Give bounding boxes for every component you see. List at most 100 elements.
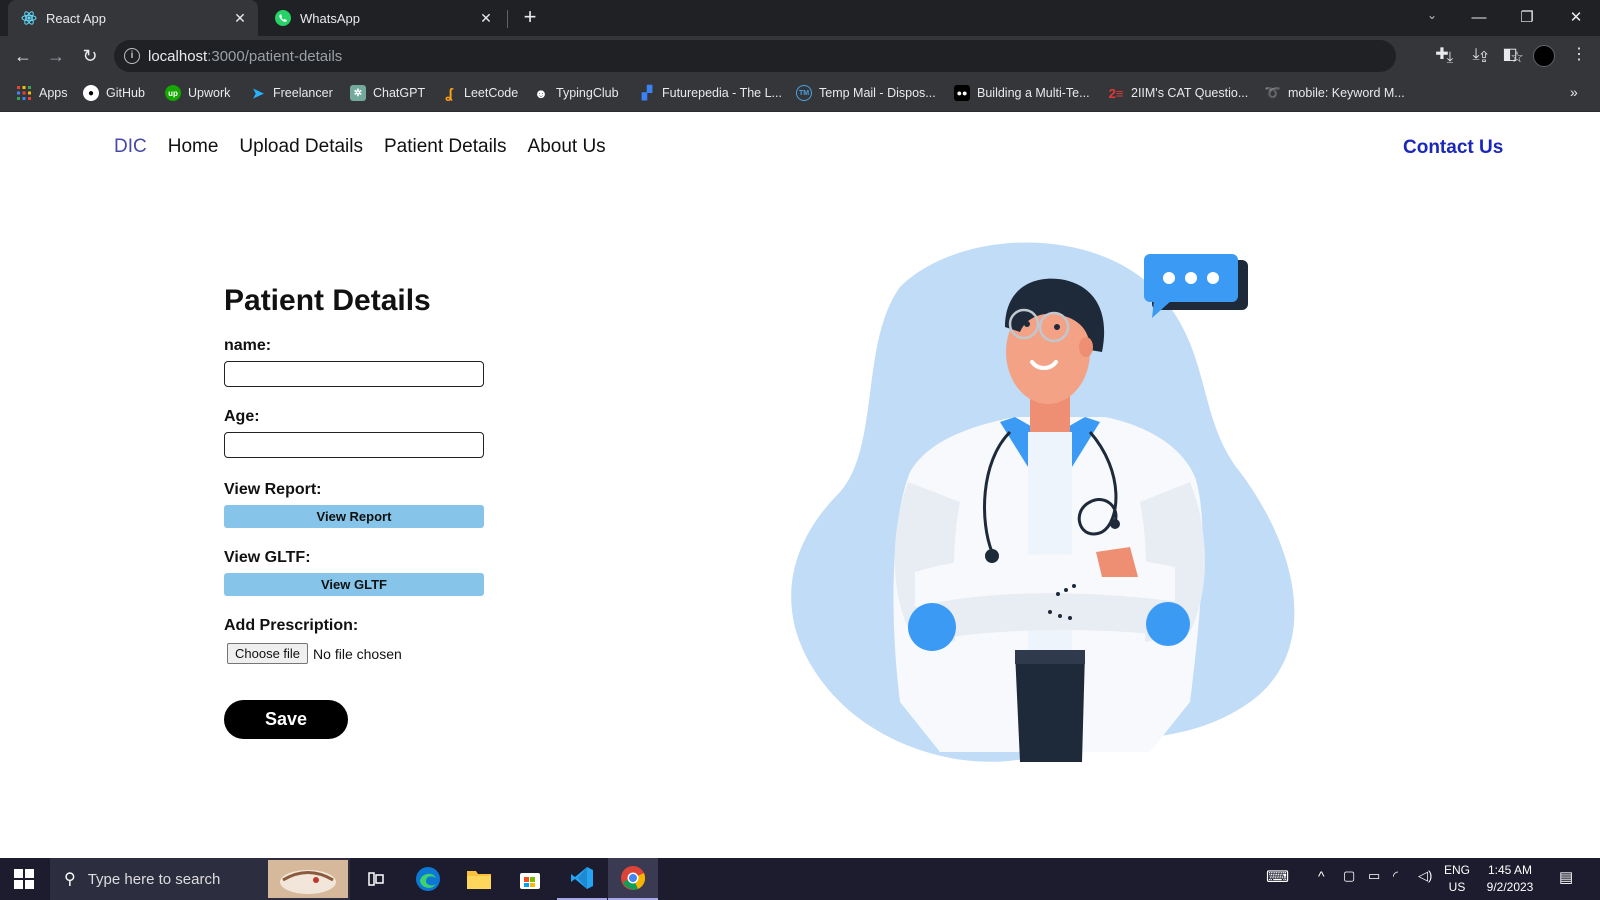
medium-icon: ●●	[954, 85, 970, 101]
patient-details-form: Patient Details name: Age: View Report: …	[224, 284, 486, 664]
bookmark-upwork[interactable]: up Upwork	[165, 76, 230, 110]
reload-icon[interactable]: ↻	[78, 44, 102, 68]
url-host: localhost	[148, 47, 208, 65]
typingclub-icon: ☻	[534, 85, 548, 101]
bookmark-2iim[interactable]: 2≡ 2IIM's CAT Questio...	[1108, 76, 1249, 110]
whatsapp-icon	[274, 9, 292, 27]
site-info-icon[interactable]: i	[124, 48, 140, 64]
windows-start-icon[interactable]	[14, 869, 34, 889]
bookmark-typingclub[interactable]: ☻ TypingClub	[533, 76, 618, 110]
task-view-icon[interactable]	[351, 858, 401, 900]
bookmark-label: ChatGPT	[373, 86, 426, 100]
bookmark-apps[interactable]: Apps	[16, 76, 68, 110]
bookmark-label: Upwork	[188, 86, 231, 100]
lang-bottom: US	[1448, 880, 1466, 894]
pants	[1015, 652, 1085, 762]
nav-link-home[interactable]: Home	[168, 136, 219, 158]
tempmail-icon: TM	[796, 85, 812, 101]
restore-icon[interactable]: ❐	[1512, 4, 1542, 32]
bookmark-label: GitHub	[106, 86, 145, 100]
file-status: No file chosen	[313, 645, 402, 662]
bookmark-label: Building a Multi-Te...	[977, 86, 1090, 100]
name-label: name:	[224, 337, 272, 354]
view-report-button[interactable]: View Report	[224, 505, 484, 528]
nav-link-about-us[interactable]: About Us	[528, 136, 606, 158]
tab-search-icon[interactable]: ⌄	[1422, 8, 1442, 28]
window-close-icon[interactable]: ✕	[1561, 4, 1591, 32]
keyboard-icon[interactable]: ⌨	[1266, 867, 1289, 887]
close-tab-icon[interactable]: ✕	[230, 8, 250, 28]
clock-time: 1:45 AM	[1487, 863, 1533, 877]
show-hidden-icons-icon[interactable]: ^	[1318, 868, 1325, 884]
bookmark-keyword[interactable]: ➰ mobile: Keyword M...	[1265, 76, 1405, 110]
bookmark-futurepedia[interactable]: ▞ Futurepedia - The L...	[639, 76, 782, 110]
download-icon[interactable]: ⤓	[1465, 44, 1487, 66]
bookmark-medium[interactable]: ●● Building a Multi-Te...	[954, 76, 1090, 110]
brand-logo-link[interactable]: DIC	[114, 136, 147, 158]
clock-date: 9/2/2023	[1486, 880, 1534, 894]
bookmark-chatgpt[interactable]: ✲ ChatGPT	[350, 76, 425, 110]
wifi-icon[interactable]: ◜	[1393, 868, 1398, 884]
apps-grid-icon	[16, 85, 32, 101]
battery-icon[interactable]: ▭	[1368, 868, 1380, 884]
microsoft-store-icon[interactable]	[505, 858, 555, 900]
windows-taskbar: ⚲ Type here to search ⌨ ^ ▢ ▭ ◜ ◁) ENG U…	[0, 858, 1600, 900]
age-input[interactable]	[224, 432, 484, 458]
name-input[interactable]	[224, 361, 484, 387]
meet-now-icon[interactable]: ▢	[1343, 868, 1355, 884]
more-menu-icon[interactable]: ⋮	[1568, 44, 1590, 66]
tab-title: WhatsApp	[300, 10, 360, 26]
bookmark-label: Temp Mail - Dispos...	[819, 86, 936, 100]
bookmark-tempmail[interactable]: TM Temp Mail - Dispos...	[796, 76, 936, 110]
chat-bubble-icon	[1144, 254, 1248, 318]
nav-link-upload-details[interactable]: Upload Details	[239, 136, 363, 158]
back-arrow-icon[interactable]: ←	[11, 44, 35, 68]
page-title: Patient Details	[224, 284, 431, 317]
freelancer-icon: ➤	[252, 84, 264, 101]
bookmark-label: Freelancer	[273, 86, 333, 100]
side-panel-icon[interactable]: ◧	[1499, 44, 1521, 66]
address-bar[interactable]: i localhost:3000/patient-details ⤓ ⇪ ☆	[114, 40, 1524, 72]
taskbar-clock[interactable]: 1:45 AM 9/2/2023	[1484, 862, 1536, 896]
upwork-icon: up	[165, 85, 181, 101]
bookmark-leetcode[interactable]: ʆ LeetCode	[441, 76, 518, 110]
nav-link-patient-details[interactable]: Patient Details	[384, 136, 507, 158]
url-path: :3000/patient-details	[207, 47, 343, 65]
close-tab-icon[interactable]: ✕	[476, 8, 496, 28]
tab-bar: React App ✕ WhatsApp ✕ + ⌄ — ❐ ✕	[0, 0, 1600, 36]
notifications-icon[interactable]: ▤	[1559, 868, 1573, 886]
language-indicator[interactable]: ENG US	[1444, 862, 1470, 896]
search-icon: ⚲	[64, 871, 76, 888]
nav-link-contact-us[interactable]: Contact Us	[1403, 137, 1503, 159]
view-report-label: View Report:	[224, 481, 322, 498]
new-tab-button[interactable]: +	[518, 6, 542, 30]
search-highlight-image	[268, 860, 348, 898]
bookmark-freelancer[interactable]: ➤ Freelancer	[250, 76, 333, 110]
volume-icon[interactable]: ◁)	[1418, 868, 1432, 884]
chrome-icon[interactable]	[608, 858, 658, 900]
bookmark-label: Apps	[39, 86, 68, 100]
add-prescription-label: Add Prescription:	[224, 617, 359, 634]
site-navbar: DIC Home Upload Details Patient Details …	[114, 136, 627, 158]
search-placeholder: Type here to search	[87, 870, 221, 888]
view-gltf-label: View GLTF:	[224, 549, 311, 566]
github-icon: ●	[83, 85, 99, 101]
more-bookmarks-icon[interactable]: »	[1570, 84, 1578, 100]
tab-react-app[interactable]: React App ✕	[8, 0, 258, 36]
bookmark-github[interactable]: ● GitHub	[83, 76, 145, 110]
minimize-icon[interactable]: —	[1464, 4, 1494, 32]
choose-file-button[interactable]: Choose file	[227, 643, 309, 664]
extensions-puzzle-icon[interactable]: ✚	[1431, 44, 1453, 66]
vscode-icon[interactable]	[557, 858, 607, 900]
forward-arrow-icon[interactable]: →	[44, 44, 68, 68]
keyword-icon: ➰	[1264, 85, 1282, 100]
save-button[interactable]: Save	[224, 700, 348, 739]
bookmarks-bar: Apps ● GitHub up Upwork ➤ Freelancer ✲ ChatG…	[0, 76, 1600, 112]
bookmark-label: 2IIM's CAT Questio...	[1131, 86, 1249, 100]
file-explorer-icon[interactable]	[454, 858, 504, 900]
view-gltf-button[interactable]: View GLTF	[224, 573, 484, 596]
tab-whatsapp[interactable]: WhatsApp ✕	[262, 0, 504, 36]
edge-icon[interactable]	[403, 858, 453, 900]
profile-avatar[interactable]	[1533, 45, 1555, 67]
file-input: Choose file No file chosen	[227, 643, 486, 664]
